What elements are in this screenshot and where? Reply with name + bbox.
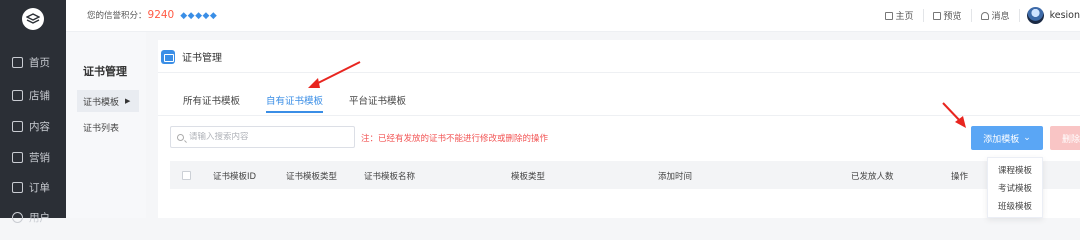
page-title: 证书管理 (161, 49, 222, 64)
column-header: 证书模板ID (213, 172, 257, 182)
add-template-dropdown: 课程模板 考试模板 班级模板 (987, 157, 1043, 218)
divider (158, 115, 1080, 116)
sidebar-item-marketing[interactable]: 营销 (0, 143, 66, 171)
order-icon (12, 181, 23, 193)
add-template-label: 添加模板 (983, 134, 1020, 145)
subnav-item-list[interactable]: 证书列表 (77, 116, 139, 138)
messages-link-label: 消息 (991, 12, 1010, 22)
delete-label: 删除 (1062, 134, 1080, 145)
store-icon (12, 89, 23, 101)
sidebar-item-content[interactable]: 内容 (0, 112, 66, 140)
page-title-text: 证书管理 (182, 53, 222, 64)
subnav-title: 证书管理 (83, 65, 127, 78)
divider (158, 72, 1080, 73)
table-header: 证书模板ID 证书模板类型 证书模板名称 模板类型 添加时间 已发放人数 操作 (170, 161, 1080, 189)
sidebar-item-label: 内容 (29, 120, 50, 133)
home-link[interactable]: 主页 (876, 9, 924, 22)
menu-item-course-template[interactable]: 课程模板 (998, 164, 1032, 176)
menu-item-class-template[interactable]: 班级模板 (998, 200, 1032, 212)
sidebar-item-label: 营销 (29, 151, 50, 164)
sidebar-item-home[interactable]: 首页 (0, 48, 66, 76)
add-template-button[interactable]: 添加模板 ⌄ (971, 126, 1043, 150)
messages-link[interactable]: 消息 (972, 9, 1020, 22)
certificate-icon (161, 49, 175, 64)
header-links: 主页 预览 消息 kesion (876, 7, 1080, 24)
app-logo[interactable] (22, 8, 44, 30)
select-all-checkbox[interactable] (182, 171, 191, 180)
subnav-item-label: 证书模板 (83, 97, 120, 108)
sub-sidebar: 证书管理 证书模板 ▶ 证书列表 (66, 32, 146, 218)
column-header: 已发放人数 (851, 172, 894, 182)
column-header: 添加时间 (658, 172, 693, 182)
home-icon (12, 56, 23, 68)
user-icon (12, 211, 23, 223)
username[interactable]: kesion (1050, 10, 1080, 21)
tab-own-templates[interactable]: 自有证书模板 (266, 93, 324, 113)
subnav-item-label: 证书列表 (83, 123, 120, 134)
menu-item-exam-template[interactable]: 考试模板 (998, 182, 1032, 194)
credit-label: 您的信誉积分： (87, 11, 147, 21)
avatar[interactable] (1026, 7, 1044, 24)
credit-score: 您的信誉积分：9240 ◆◆◆◆◆ (87, 9, 217, 21)
caret-right-icon: ▶ (125, 97, 131, 105)
layers-logo-icon (26, 13, 40, 24)
sidebar-item-label: 订单 (29, 181, 50, 194)
top-header: 您的信誉积分：9240 ◆◆◆◆◆ 主页 预览 消息 kesion (66, 0, 1080, 32)
home-icon (884, 11, 893, 20)
monitor-icon (932, 11, 941, 20)
subnav-item-templates[interactable]: 证书模板 ▶ (77, 90, 139, 112)
sidebar-item-label: 首页 (29, 56, 50, 69)
home-link-label: 主页 (895, 12, 914, 22)
main-sidebar: 首页 店铺 内容 营销 订单 用户 (0, 0, 66, 224)
tab-bar: 所有证书模板 自有证书模板 平台证书模板 (183, 93, 406, 113)
column-header: 证书模板类型 (286, 172, 338, 182)
marketing-icon (12, 151, 23, 163)
preview-link[interactable]: 预览 (924, 9, 972, 22)
column-header: 模板类型 (511, 172, 546, 182)
chevron-down-icon: ⌄ (1023, 133, 1031, 143)
sidebar-item-label: 店铺 (29, 89, 50, 102)
content-icon (12, 120, 23, 132)
sidebar-item-label: 用户 (29, 211, 50, 224)
preview-link-label: 预览 (943, 12, 962, 22)
bell-icon (980, 11, 989, 20)
warning-note: 注：已经有发放的证书不能进行修改或删除的操作 (361, 134, 549, 144)
diamond-rating-icon: ◆◆◆◆◆ (180, 11, 218, 21)
delete-button[interactable]: 删除 (1050, 126, 1080, 150)
main-panel: 证书管理 所有证书模板 自有证书模板 平台证书模板 注：已经有发放的证书不能进行… (158, 40, 1080, 218)
column-header: 证书模板名称 (364, 172, 416, 182)
search-icon (177, 133, 184, 141)
sidebar-item-order[interactable]: 订单 (0, 173, 66, 201)
column-header: 操作 (951, 172, 969, 182)
credit-value: 9240 (147, 9, 175, 21)
search-input[interactable] (189, 132, 349, 142)
tab-platform-templates[interactable]: 平台证书模板 (349, 93, 406, 113)
search-box (170, 126, 355, 148)
sidebar-item-user[interactable]: 用户 (0, 203, 66, 231)
sidebar-item-store[interactable]: 店铺 (0, 81, 66, 109)
tab-all-templates[interactable]: 所有证书模板 (183, 93, 240, 113)
